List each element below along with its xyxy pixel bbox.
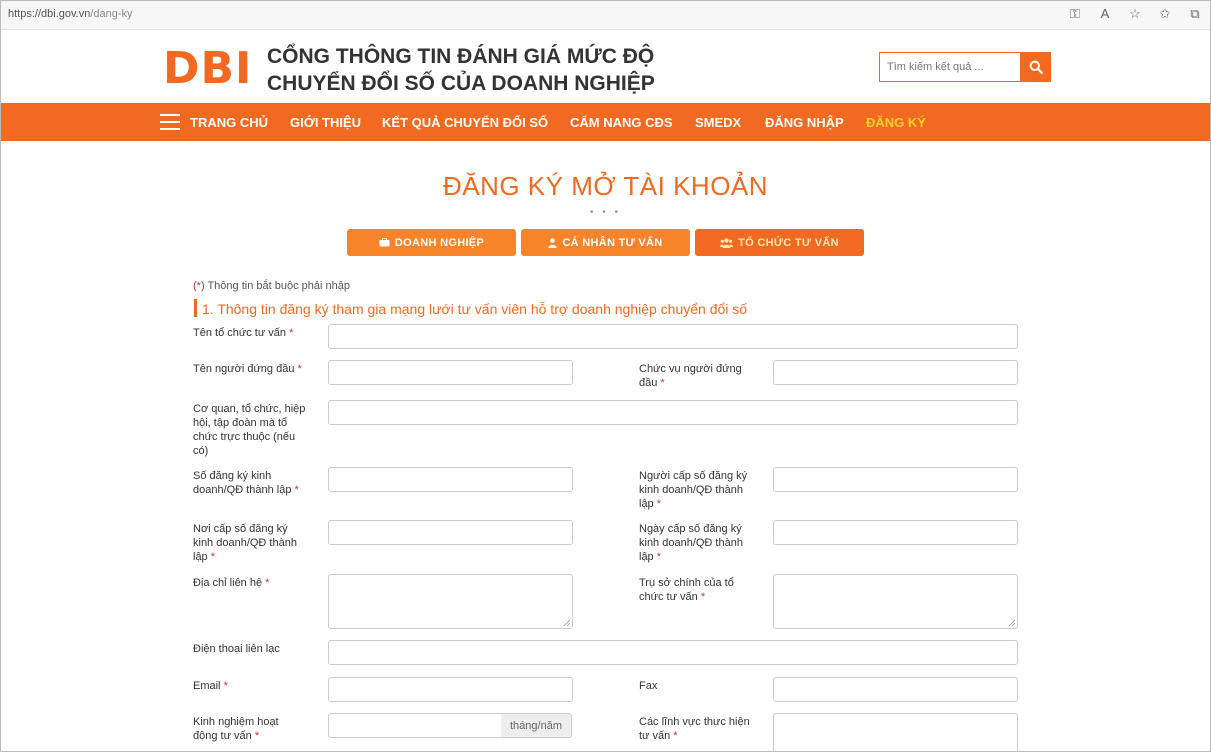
reg-number-label: Số đăng ký kinh doanh/QĐ thành lập *	[193, 469, 308, 497]
nav-register[interactable]: ĐĂNG KÝ	[866, 115, 926, 130]
phone-label: Điện thoại liên lạc	[193, 643, 280, 655]
nav-smedx[interactable]: SMEDX	[695, 115, 741, 130]
menu-icon[interactable]	[160, 114, 180, 130]
favorites-icon[interactable]: ✩	[1157, 6, 1173, 22]
tab-individual-label: CÁ NHÂN TƯ VẤN	[562, 236, 663, 249]
tab-organization[interactable]: TỔ CHỨC TƯ VẤN	[695, 229, 864, 256]
reg-number-input[interactable]	[328, 467, 573, 492]
title-divider: • • •	[589, 207, 622, 218]
leader-name-label: Tên người đứng đầu *	[193, 362, 313, 376]
reg-date-input[interactable]	[773, 520, 1018, 545]
required-mark: *	[673, 730, 678, 742]
search-button[interactable]	[1021, 52, 1051, 82]
required-mark: *	[297, 363, 302, 375]
reg-date-label-text: Ngày cấp số đăng ký kinh doanh/QĐ thành …	[639, 523, 743, 563]
address-textarea[interactable]	[328, 574, 573, 629]
fields-input[interactable]	[773, 713, 1018, 752]
reg-place-input[interactable]	[328, 520, 573, 545]
experience-label-text: Kinh nghiệm hoạt động tư vấn	[193, 716, 279, 742]
required-note: (*) Thông tin bắt buộc phải nhập	[193, 280, 350, 292]
nav-handbook[interactable]: CẨM NANG CĐS	[570, 115, 673, 130]
site-title-line1: CỔNG THÔNG TIN ĐÁNH GIÁ MỨC ĐỘ	[267, 45, 655, 68]
phone-input[interactable]	[328, 640, 1018, 665]
tab-individual[interactable]: CÁ NHÂN TƯ VẤN	[521, 229, 690, 256]
address-label: Địa chỉ liên hệ *	[193, 576, 308, 590]
parent-org-input[interactable]	[328, 400, 1018, 425]
required-mark: *	[656, 498, 662, 510]
reg-issuer-input[interactable]	[773, 467, 1018, 492]
nav-home[interactable]: TRANG CHỦ	[190, 115, 268, 130]
experience-unit-addon: tháng/năm	[501, 713, 572, 738]
fields-label-text: Các lĩnh vực thực hiện tư vấn	[639, 716, 750, 742]
key-icon[interactable]: ⚿	[1067, 6, 1083, 22]
main-nav: TRANG CHỦ GIỚI THIỆU KẾT QUẢ CHUYỂN ĐỔI …	[0, 103, 1211, 141]
add-favorite-icon[interactable]: ☆	[1127, 6, 1143, 22]
address-bar[interactable]: https://dbi.gov.vn/dang-ky	[8, 8, 133, 20]
nav-about[interactable]: GIỚI THIỆU	[290, 115, 361, 130]
required-mark: *	[289, 327, 294, 339]
required-mark: *	[294, 484, 299, 496]
leader-position-input[interactable]	[773, 360, 1018, 385]
email-label: Email *	[193, 679, 308, 693]
url-path: /dang-ky	[90, 8, 133, 20]
experience-input[interactable]	[328, 713, 502, 738]
reg-issuer-label: Người cấp số đăng ký kinh doanh/QĐ thành…	[639, 469, 751, 511]
collections-icon[interactable]: ⧉	[1187, 6, 1203, 22]
reg-date-label: Ngày cấp số đăng ký kinh doanh/QĐ thành …	[639, 522, 751, 564]
user-icon	[548, 237, 558, 248]
tab-organization-label: TỔ CHỨC TƯ VẤN	[738, 236, 839, 249]
nav-results[interactable]: KẾT QUẢ CHUYỂN ĐỔI SỐ	[382, 115, 548, 130]
read-aloud-icon[interactable]: A	[1097, 6, 1113, 22]
browser-toolbar: https://dbi.gov.vn/dang-ky ⚿ A ☆ ✩ ⧉	[0, 0, 1211, 30]
leader-name-label-text: Tên người đứng đầu	[193, 363, 295, 375]
address-label-text: Địa chỉ liên hệ	[193, 577, 263, 589]
tab-business-label: DOANH NGHIỆP	[394, 236, 485, 249]
reg-place-label-text: Nơi cấp số đăng ký kinh doanh/QĐ thành l…	[193, 523, 297, 563]
email-label-text: Email	[193, 680, 221, 692]
leader-name-input[interactable]	[328, 360, 573, 385]
head-office-textarea[interactable]	[773, 574, 1018, 629]
head-office-label-text: Trụ sở chính của tổ chức tư vấn	[639, 577, 734, 603]
required-mark: *	[223, 680, 228, 692]
site-logo[interactable]: DBI	[163, 47, 252, 91]
org-name-input[interactable]	[328, 324, 1018, 349]
required-mark: *	[265, 577, 270, 589]
tab-business[interactable]: DOANH NGHIỆP	[347, 229, 516, 256]
users-icon	[720, 237, 734, 248]
required-mark: *	[660, 377, 665, 389]
url-host: https://dbi.gov.vn	[8, 8, 91, 20]
site-title: CỔNG THÔNG TIN ĐÁNH GIÁ MỨC ĐỘ CHUYỂN ĐỔ…	[267, 43, 655, 97]
head-office-label: Trụ sở chính của tổ chức tư vấn *	[639, 576, 751, 604]
org-name-label-text: Tên tổ chức tư vấn	[193, 327, 286, 339]
required-mark: *	[254, 730, 260, 742]
required-mark: *	[210, 551, 216, 563]
email-input[interactable]	[328, 677, 573, 702]
required-mark: *	[656, 551, 662, 563]
fax-input[interactable]	[773, 677, 1018, 702]
search-icon	[1029, 60, 1043, 74]
reg-place-label: Nơi cấp số đăng ký kinh doanh/QĐ thành l…	[193, 522, 305, 564]
reg-number-label-text: Số đăng ký kinh doanh/QĐ thành lập	[193, 470, 292, 496]
experience-label: Kinh nghiệm hoạt động tư vấn *	[193, 715, 305, 743]
resize-grip-icon[interactable]	[563, 619, 570, 626]
required-mark: *	[700, 591, 706, 603]
org-name-label: Tên tổ chức tư vấn *	[193, 326, 313, 340]
briefcase-icon	[379, 238, 390, 247]
fields-label: Các lĩnh vực thực hiện tư vấn *	[639, 715, 751, 743]
nav-login[interactable]: ĐĂNG NHẬP	[765, 115, 844, 130]
required-note-mark: (*)	[193, 280, 205, 292]
page-title: ĐĂNG KÝ MỞ TÀI KHOẢN	[442, 171, 769, 201]
reg-issuer-label-text: Người cấp số đăng ký kinh doanh/QĐ thành…	[639, 470, 748, 510]
leader-position-label: Chức vụ người đứng đầu *	[639, 362, 754, 390]
leader-position-label-text: Chức vụ người đứng đầu	[639, 363, 742, 389]
fax-label: Fax	[639, 680, 658, 692]
required-note-text: Thông tin bắt buộc phải nhập	[204, 280, 350, 292]
site-title-line2: CHUYỂN ĐỔI SỐ CỦA DOANH NGHIỆP	[267, 72, 655, 95]
parent-org-label: Cơ quan, tổ chức, hiệp hội, tập đoàn mà …	[193, 403, 306, 457]
resize-grip-icon[interactable]	[1008, 619, 1015, 626]
search-input[interactable]	[879, 52, 1021, 82]
section-title: 1. Thông tin đăng ký tham gia mạng lưới …	[194, 299, 747, 317]
